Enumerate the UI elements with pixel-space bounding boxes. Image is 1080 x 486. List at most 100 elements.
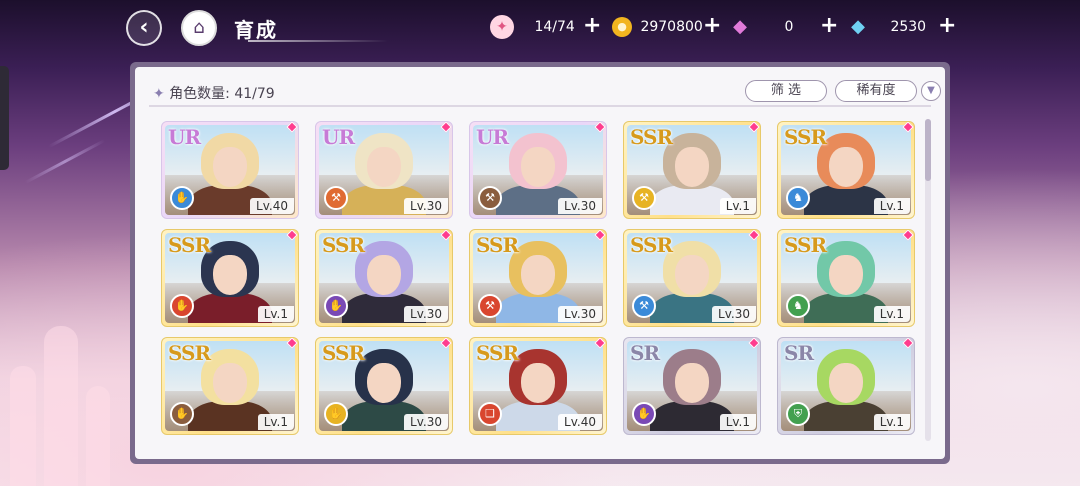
- hammer-icon: ⚒: [324, 186, 348, 210]
- candy-count: 14/74: [534, 19, 575, 35]
- rarity-badge: SR: [630, 341, 660, 365]
- rarity-sort-button[interactable]: 稀有度: [835, 80, 917, 102]
- rarity-badge: SSR: [476, 233, 519, 257]
- character-card[interactable]: SSR ❑ Lv.40: [469, 337, 607, 435]
- boot-icon: ♞: [786, 186, 810, 210]
- character-panel: ✦ 角色数量: 41/79 筛 选 稀有度 ▼ UR ✋ Lv.40 UR ⚒ Lv.30…: [130, 62, 950, 464]
- book-icon: ❑: [478, 402, 502, 426]
- panel-header: ✦ 角色数量: 41/79 筛 选 稀有度 ▼: [149, 77, 941, 107]
- character-face: [213, 147, 247, 187]
- level-label: Lv.30: [404, 198, 448, 214]
- rarity-badge: UR: [476, 125, 509, 149]
- back-arrow-icon[interactable]: ‹: [126, 10, 162, 46]
- character-card[interactable]: SSR ✋ Lv.1: [161, 229, 299, 327]
- level-label: Lv.1: [257, 414, 294, 430]
- character-face: [213, 255, 247, 295]
- resource-coin: ● 2970800 +: [612, 14, 724, 40]
- title-underline: [248, 40, 388, 42]
- character-card[interactable]: SSR ⚒ Lv.30: [623, 229, 761, 327]
- blue-diamond-icon: ◆: [851, 16, 865, 37]
- side-drawer-handle[interactable]: [0, 66, 9, 170]
- rarity-badge: SSR: [322, 341, 365, 365]
- resource-pink-diamond: ◆ 0 +: [728, 14, 840, 40]
- chevron-down-icon[interactable]: ▼: [921, 81, 941, 101]
- scrollbar[interactable]: [925, 119, 931, 441]
- character-face: [675, 255, 709, 295]
- shield-icon: ⛨: [786, 402, 810, 426]
- hammer-icon: ⚒: [478, 186, 502, 210]
- pink-diamond-count: 0: [784, 19, 794, 35]
- character-card[interactable]: SSR ✋ Lv.1: [161, 337, 299, 435]
- add-coin-button[interactable]: +: [703, 14, 721, 38]
- rarity-badge: UR: [322, 125, 355, 149]
- character-card[interactable]: SR ⛨ Lv.1: [777, 337, 915, 435]
- character-face: [367, 255, 401, 295]
- sparkle-icon: ✦: [153, 86, 165, 102]
- rarity-badge: SSR: [630, 125, 673, 149]
- resource-candy: ✦ 14/74 +: [490, 14, 608, 40]
- character-face: [829, 363, 863, 403]
- character-face: [829, 147, 863, 187]
- level-label: Lv.30: [712, 306, 756, 322]
- character-card[interactable]: SR ✋ Lv.1: [623, 337, 761, 435]
- character-card[interactable]: SSR ♞ Lv.1: [777, 229, 915, 327]
- level-label: Lv.40: [250, 198, 294, 214]
- candy-icon: ✦: [490, 15, 514, 39]
- resource-blue-diamond: ◆ 2530 +: [846, 14, 958, 40]
- hand-icon: ✋: [324, 294, 348, 318]
- character-face: [675, 363, 709, 403]
- add-pink-diamond-button[interactable]: +: [820, 14, 838, 38]
- level-label: Lv.30: [558, 306, 602, 322]
- character-face: [675, 147, 709, 187]
- character-face: [521, 255, 555, 295]
- character-card[interactable]: UR ✋ Lv.40: [161, 121, 299, 219]
- sky-streak: [24, 139, 106, 184]
- character-panel-inner: ✦ 角色数量: 41/79 筛 选 稀有度 ▼ UR ✋ Lv.40 UR ⚒ Lv.30…: [135, 67, 945, 459]
- rarity-badge: SSR: [630, 233, 673, 257]
- hammer-icon: ⚒: [632, 294, 656, 318]
- blue-diamond-count: 2530: [890, 19, 927, 35]
- character-count: ✦ 角色数量: 41/79: [153, 83, 275, 103]
- castle-icon[interactable]: ⌂: [181, 10, 217, 46]
- character-card[interactable]: SSR ⚒ Lv.30: [469, 229, 607, 327]
- character-face: [367, 363, 401, 403]
- hand-icon: ✋: [324, 402, 348, 426]
- character-card[interactable]: UR ⚒ Lv.30: [315, 121, 453, 219]
- level-label: Lv.1: [719, 414, 756, 430]
- character-grid: UR ✋ Lv.40 UR ⚒ Lv.30 UR ⚒ Lv.30 SSR ⚒ Lv.1 SSR ♞ Lv.1…: [161, 117, 921, 447]
- character-card[interactable]: SSR ♞ Lv.1: [777, 121, 915, 219]
- rarity-badge: SSR: [168, 233, 211, 257]
- character-card[interactable]: SSR ✋ Lv.30: [315, 229, 453, 327]
- scrollbar-thumb[interactable]: [925, 119, 931, 181]
- level-label: Lv.1: [873, 414, 910, 430]
- level-label: Lv.1: [719, 198, 756, 214]
- level-label: Lv.40: [558, 414, 602, 430]
- rarity-badge: SSR: [784, 233, 827, 257]
- hand-icon: ✋: [170, 294, 194, 318]
- filter-button[interactable]: 筛 选: [745, 80, 827, 102]
- level-label: Lv.1: [873, 198, 910, 214]
- character-card[interactable]: UR ⚒ Lv.30: [469, 121, 607, 219]
- hand-icon: ✋: [632, 402, 656, 426]
- add-blue-diamond-button[interactable]: +: [938, 14, 956, 38]
- hand-icon: ✋: [170, 402, 194, 426]
- top-bar: ‹ ⌂ 育成 ✦ 14/74 + ● 2970800 + ◆ 0 + ◆ 253…: [0, 0, 1080, 56]
- rarity-badge: SSR: [476, 341, 519, 365]
- character-card[interactable]: SSR ⚒ Lv.1: [623, 121, 761, 219]
- level-label: Lv.1: [257, 306, 294, 322]
- coin-icon: ●: [612, 17, 632, 37]
- rarity-badge: UR: [168, 125, 201, 149]
- character-face: [367, 147, 401, 187]
- level-label: Lv.1: [873, 306, 910, 322]
- character-card[interactable]: SSR ✋ Lv.30: [315, 337, 453, 435]
- character-face: [521, 147, 555, 187]
- level-label: Lv.30: [404, 306, 448, 322]
- level-label: Lv.30: [404, 414, 448, 430]
- rarity-badge: SR: [784, 341, 814, 365]
- level-label: Lv.30: [558, 198, 602, 214]
- castle-silhouette: [0, 316, 130, 486]
- hammer-icon: ⚒: [478, 294, 502, 318]
- character-face: [521, 363, 555, 403]
- add-candy-button[interactable]: +: [583, 14, 601, 38]
- pink-diamond-icon: ◆: [733, 16, 747, 37]
